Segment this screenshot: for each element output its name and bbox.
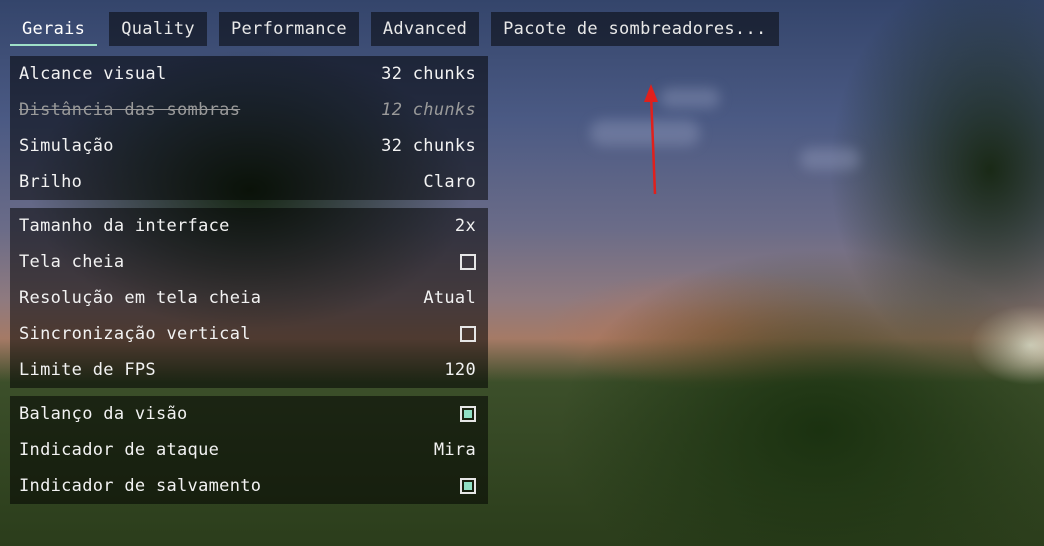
autosave-indicator-checkbox[interactable] (460, 478, 476, 494)
option-label: Balanço da visão (19, 404, 188, 424)
option-fullscreen[interactable]: Tela cheia (10, 244, 488, 280)
option-attack-indicator[interactable]: Indicador de ataque Mira (10, 432, 488, 468)
tab-quality[interactable]: Quality (109, 12, 207, 46)
option-label: Distância das sombras (19, 100, 241, 120)
option-render-distance[interactable]: Alcance visual 32 chunks (10, 56, 488, 92)
tab-shader-packs[interactable]: Pacote de sombreadores... (491, 12, 779, 46)
settings-group-window: Tamanho da interface 2x Tela cheia Resol… (10, 208, 488, 388)
option-label: Resolução em tela cheia (19, 288, 262, 308)
settings-group-render: Alcance visual 32 chunks Distância das s… (10, 56, 488, 200)
option-gui-scale[interactable]: Tamanho da interface 2x (10, 208, 488, 244)
option-brightness[interactable]: Brilho Claro (10, 164, 488, 200)
option-value: Claro (423, 172, 476, 192)
option-fps-limit[interactable]: Limite de FPS 120 (10, 352, 488, 388)
annotation-arrow-icon (644, 84, 658, 195)
option-label: Brilho (19, 172, 83, 192)
option-simulation-distance[interactable]: Simulação 32 chunks (10, 128, 488, 164)
tab-performance[interactable]: Performance (218, 12, 359, 46)
option-autosave-indicator[interactable]: Indicador de salvamento (10, 468, 488, 504)
option-fullscreen-resolution[interactable]: Resolução em tela cheia Atual (10, 280, 488, 316)
cloud (800, 148, 860, 170)
option-value: 2x (454, 216, 476, 236)
option-label: Tela cheia (19, 252, 125, 272)
tab-advanced[interactable]: Advanced (370, 12, 480, 46)
option-label: Simulação (19, 136, 114, 156)
settings-tab-bar: Gerais Quality Performance Advanced Paco… (10, 12, 779, 46)
option-value: 120 (444, 360, 476, 380)
view-bobbing-checkbox[interactable] (460, 406, 476, 422)
option-shadow-distance: Distância das sombras 12 chunks (10, 92, 488, 128)
option-label: Indicador de salvamento (19, 476, 262, 496)
option-value: 12 chunks (381, 100, 476, 120)
fullscreen-checkbox[interactable] (460, 254, 476, 270)
option-vsync[interactable]: Sincronização vertical (10, 316, 488, 352)
option-value: Atual (423, 288, 476, 308)
tab-gerais[interactable]: Gerais (10, 12, 98, 46)
option-view-bobbing[interactable]: Balanço da visão (10, 396, 488, 432)
option-label: Sincronização vertical (19, 324, 251, 344)
vsync-checkbox[interactable] (460, 326, 476, 342)
settings-group-interface: Balanço da visão Indicador de ataque Mir… (10, 396, 488, 504)
option-value: 32 chunks (381, 64, 476, 84)
option-value: 32 chunks (381, 136, 476, 156)
option-label: Tamanho da interface (19, 216, 230, 236)
option-label: Alcance visual (19, 64, 167, 84)
option-label: Indicador de ataque (19, 440, 220, 460)
option-label: Limite de FPS (19, 360, 156, 380)
option-value: Mira (433, 440, 476, 460)
